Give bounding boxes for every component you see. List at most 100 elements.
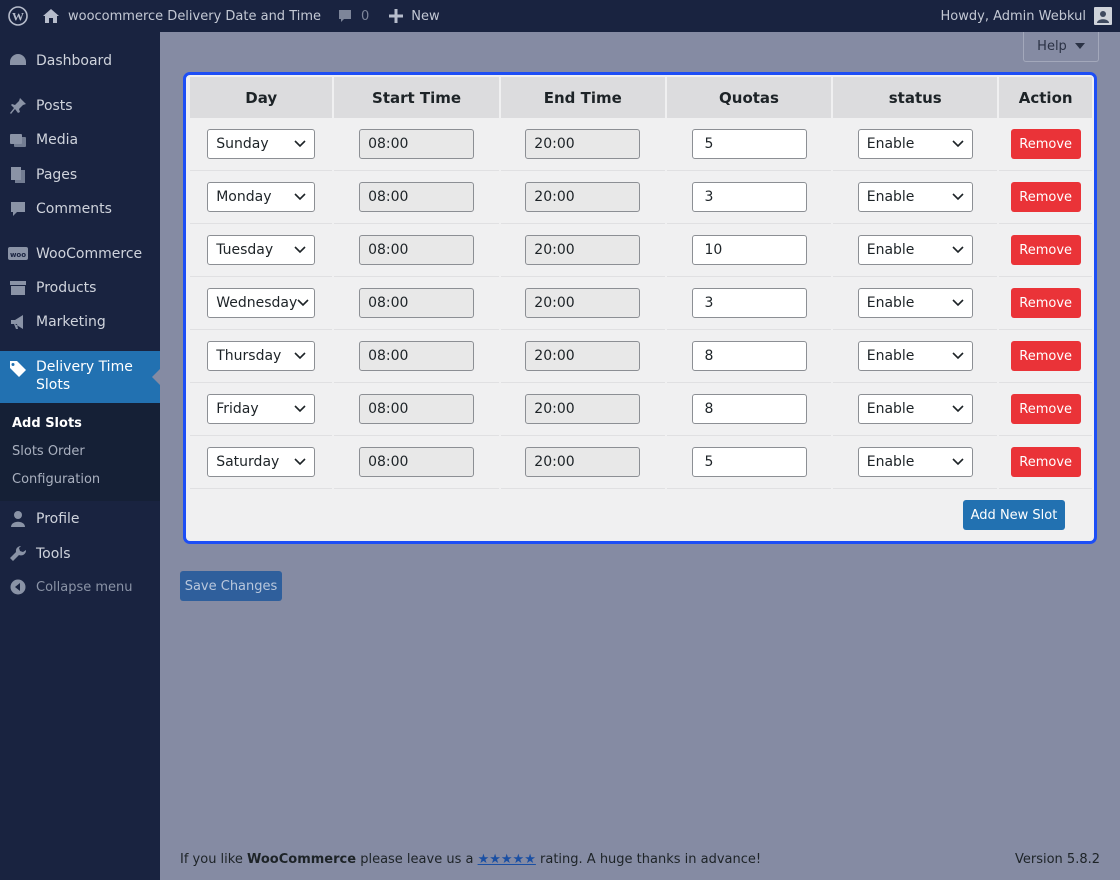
status-select[interactable]: Enable [857,129,973,159]
remove-button[interactable]: Remove [1010,341,1081,371]
sidebar-item-label: Dashboard [36,53,112,69]
end-time-input[interactable]: 20:00 [525,341,641,371]
end-time-input[interactable]: 20:00 [525,235,641,265]
table-row: Saturday 08:00 20:00 5 Enable Remove [190,436,1092,489]
current-menu-arrow [152,369,160,385]
home-icon [42,8,60,24]
day-value: Wednesday [216,295,298,311]
day-select[interactable]: Monday [207,182,316,212]
sidebar-item-comments[interactable]: Comments [0,196,160,222]
quota-input[interactable]: 5 [691,447,807,477]
comments-link[interactable]: 0 [329,0,377,32]
sidebar-item-tools[interactable]: Tools [0,541,160,567]
sidebar-item-label: Marketing [36,314,106,330]
quota-input[interactable]: 3 [691,182,807,212]
avatar [1094,7,1112,25]
site-name-link[interactable]: woocommerce Delivery Date and Time [36,0,329,32]
pin-icon [0,97,36,115]
status-select[interactable]: Enable [857,235,973,265]
start-time-input[interactable]: 08:00 [359,341,475,371]
sidebar-item-pages[interactable]: Pages [0,162,160,188]
status-select[interactable]: Enable [857,182,973,212]
start-time-input[interactable]: 08:00 [359,447,475,477]
day-select[interactable]: Sunday [207,129,316,159]
wrench-icon [0,545,36,563]
footer-version: Version 5.8.2 [1014,852,1100,867]
media-icon [0,131,36,149]
day-select[interactable]: Friday [207,394,316,424]
chevron-down-icon [294,405,306,413]
sidebar-item-label: Media [36,132,79,148]
day-select[interactable]: Tuesday [207,235,316,265]
wordpress-logo-button[interactable]: W [0,0,36,32]
sidebar-submenu: Add Slots Slots Order Configuration [0,403,160,501]
chevron-down-icon [952,140,964,148]
header-action: Action [999,77,1092,118]
sidebar-item-profile[interactable]: Profile [0,506,160,532]
sidebar-item-products[interactable]: Products [0,275,160,301]
quota-input[interactable]: 8 [691,341,807,371]
add-new-slot-button[interactable]: Add New Slot [963,500,1065,530]
end-time-input[interactable]: 20:00 [525,288,641,318]
start-time-input[interactable]: 08:00 [359,394,475,424]
start-time-cell: 08:00 [334,118,499,171]
quota-input[interactable]: 10 [691,235,807,265]
quota-cell: 5 [666,118,832,171]
sidebar-item-media[interactable]: Media [0,127,160,153]
sidebar-item-dashboard[interactable]: Dashboard [0,48,160,74]
status-select[interactable]: Enable [857,288,973,318]
start-time-input[interactable]: 08:00 [359,182,475,212]
end-time-input[interactable]: 20:00 [525,129,641,159]
day-value: Monday [216,189,272,205]
sidebar-item-label: Products [36,280,97,296]
submenu-slots-order[interactable]: Slots Order [12,444,85,459]
remove-button[interactable]: Remove [1010,447,1081,477]
end-time-input[interactable]: 20:00 [525,447,641,477]
status-select[interactable]: Enable [857,447,973,477]
status-select[interactable]: Enable [857,394,973,424]
day-cell: Monday [190,171,333,224]
remove-button[interactable]: Remove [1010,182,1081,212]
start-time-input[interactable]: 08:00 [359,235,475,265]
submenu-configuration[interactable]: Configuration [12,472,100,487]
sidebar-item-marketing[interactable]: Marketing [0,309,160,335]
collapse-menu-button[interactable]: Collapse menu [0,575,160,599]
quota-cell: 5 [666,436,832,489]
my-account-menu[interactable]: Howdy, Admin Webkul [933,0,1120,32]
submenu-add-slots[interactable]: Add Slots [12,416,82,431]
quota-input[interactable]: 3 [691,288,807,318]
day-select[interactable]: Wednesday [207,288,316,318]
remove-button[interactable]: Remove [1010,129,1081,159]
end-time-input[interactable]: 20:00 [525,182,641,212]
header-end-time: End Time [500,77,665,118]
status-cell: Enable [833,224,998,277]
save-changes-button[interactable]: Save Changes [180,571,282,601]
status-select[interactable]: Enable [857,341,973,371]
remove-button[interactable]: Remove [1010,394,1081,424]
start-time-input[interactable]: 08:00 [359,288,475,318]
quota-input[interactable]: 5 [691,129,807,159]
sidebar-item-woocommerce[interactable]: woo WooCommerce [0,241,160,267]
collapse-menu-label: Collapse menu [36,579,133,595]
start-time-input[interactable]: 08:00 [359,129,475,159]
status-cell: Enable [833,436,998,489]
remove-button[interactable]: Remove [1010,235,1081,265]
rating-stars-link[interactable]: ★★★★★ [478,852,536,867]
chevron-down-icon [294,458,306,466]
footer-rating-text: If you like WooCommerce please leave us … [180,852,761,867]
sidebar-item-posts[interactable]: Posts [0,93,160,119]
start-time-cell: 08:00 [334,436,499,489]
end-time-input[interactable]: 20:00 [525,394,641,424]
help-tab-button[interactable]: Help [1023,32,1099,62]
sidebar-item-label: WooCommerce [36,246,143,262]
tag-icon [0,360,36,378]
site-name: woocommerce Delivery Date and Time [68,8,322,24]
day-cell: Tuesday [190,224,333,277]
sidebar-item-delivery-time-slots[interactable]: Delivery Time Slots [0,351,160,403]
quota-input[interactable]: 8 [691,394,807,424]
day-select[interactable]: Saturday [207,447,316,477]
day-select[interactable]: Thursday [207,341,316,371]
remove-button[interactable]: Remove [1010,288,1081,318]
comment-bubble-icon [337,8,353,24]
new-content-link[interactable]: New [377,0,447,32]
